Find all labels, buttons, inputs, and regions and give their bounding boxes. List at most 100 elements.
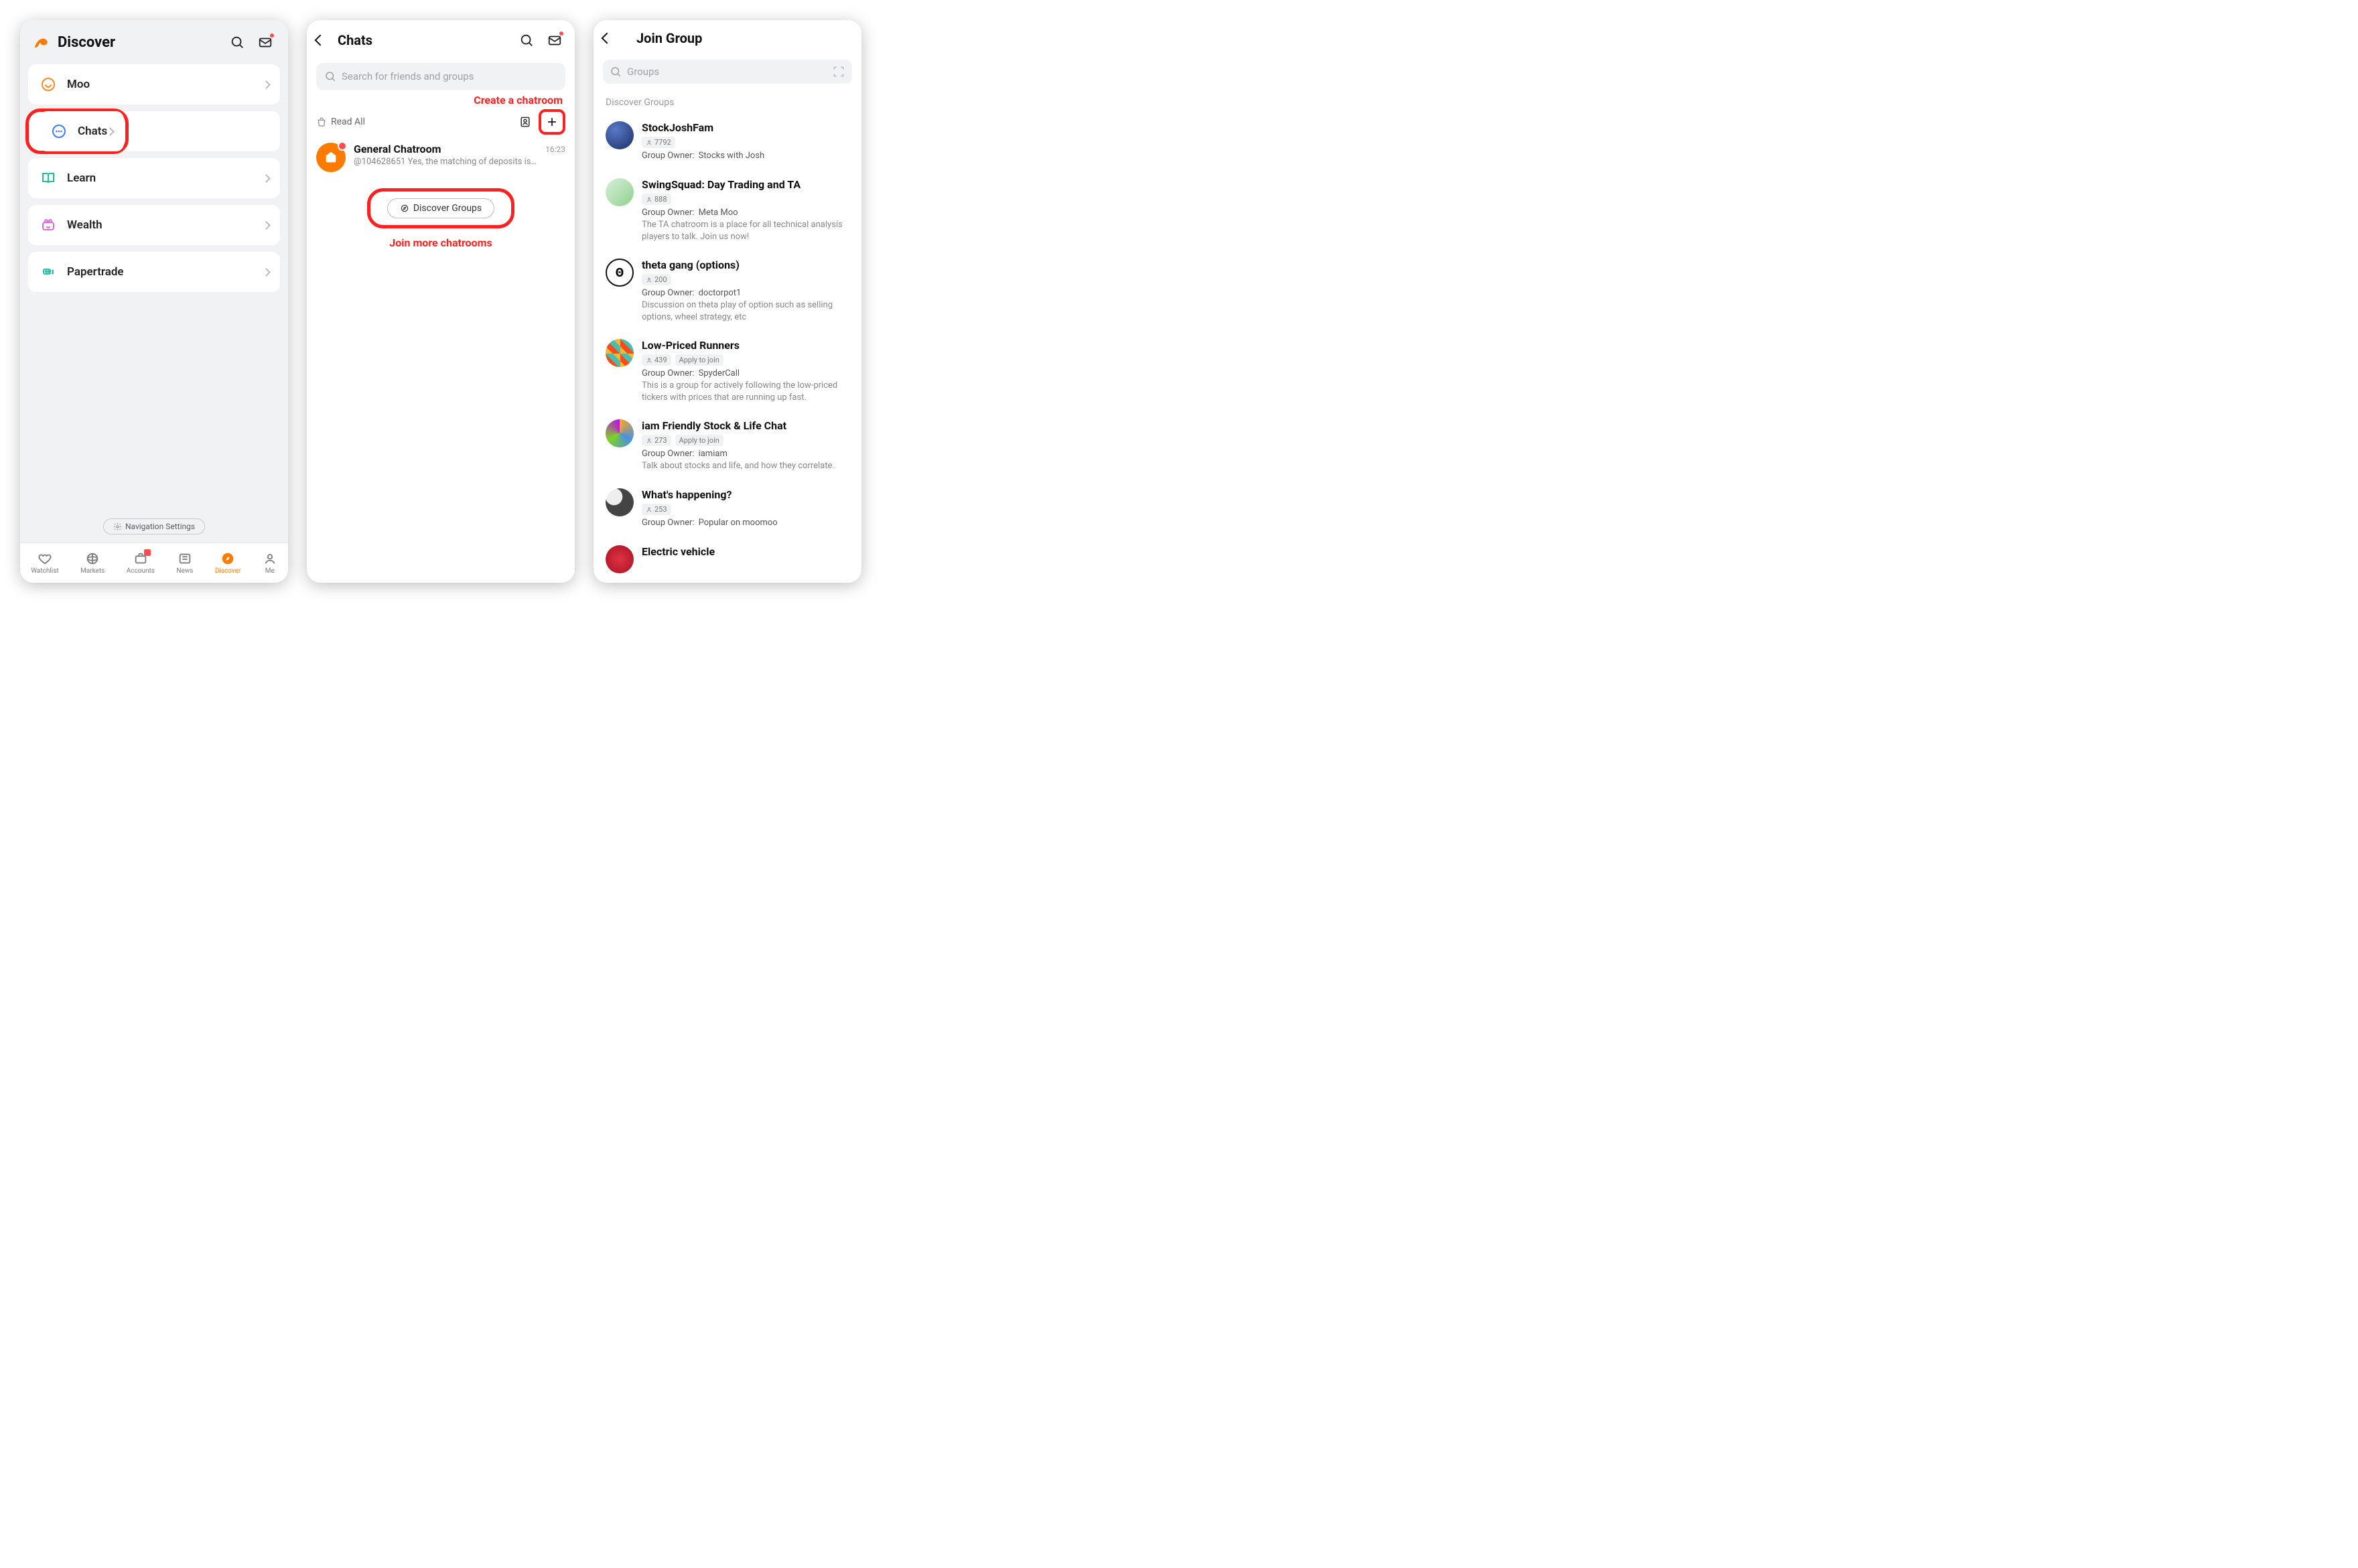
user-icon (263, 551, 277, 566)
group-meta: 888 (642, 194, 849, 205)
menu-list: Moo Chats Learn Wealth (20, 64, 288, 299)
mail-icon[interactable] (255, 31, 276, 53)
tab-me[interactable]: Me (263, 551, 277, 575)
group-owner: Group Owner:Stocks with Josh (642, 151, 849, 161)
menu-item-wealth[interactable]: Wealth (28, 205, 280, 245)
group-owner: Group Owner:Popular on moomoo (642, 518, 849, 528)
bottom-tabbar: Watchlist Markets Accounts News Discover… (20, 543, 288, 583)
search-placeholder: Search for friends and groups (342, 70, 474, 82)
group-avatar-icon (606, 488, 634, 516)
chevron-right-icon (262, 80, 271, 89)
plus-icon[interactable] (543, 113, 561, 131)
group-row[interactable]: SwingSquad: Day Trading and TA 888 Group O… (594, 171, 861, 252)
menu-item-learn[interactable]: Learn (28, 158, 280, 198)
back-icon[interactable] (602, 33, 613, 44)
tab-discover[interactable]: Discover (215, 551, 241, 575)
read-all-button[interactable]: Read All (316, 117, 516, 127)
chat-name: General Chatroom (354, 143, 545, 155)
menu-label: Papertrade (67, 265, 263, 279)
group-owner: Group Owner: Meta Moo (642, 208, 849, 218)
group-row[interactable]: Θtheta gang (options) 200 Group Owner: doct… (594, 252, 861, 332)
apply-badge: Apply to join (675, 354, 723, 366)
search-placeholder: Groups (627, 66, 659, 78)
discover-groups-highlight: Discover Groups (367, 188, 514, 228)
group-meta: 200 (642, 274, 849, 285)
owner-label: Group Owner: (642, 208, 695, 218)
news-icon (178, 551, 192, 566)
group-body: Low-Priced Runners439Apply to joinGroup … (642, 339, 849, 403)
menu-item-chats[interactable]: Chats (39, 111, 124, 151)
scan-icon[interactable] (832, 65, 845, 78)
menu-label: Moo (67, 78, 263, 91)
chat-time: 16:23 (545, 145, 565, 154)
page-title: Chats (338, 32, 509, 48)
group-meta: 7792 (642, 137, 849, 148)
group-name: What's happening? (642, 488, 849, 501)
group-row[interactable]: iam Friendly Stock & Life Chat273Apply t… (594, 413, 861, 482)
section-title: Discover Groups (594, 86, 861, 115)
member-count-badge: 253 (642, 504, 671, 515)
contacts-icon[interactable] (516, 113, 535, 131)
tab-markets[interactable]: Markets (80, 551, 105, 575)
chevron-right-icon (262, 268, 271, 277)
discover-groups-label: Discover Groups (413, 203, 482, 214)
chat-row[interactable]: General Chatroom 16:23 @104628651 Yes, t… (307, 136, 575, 179)
group-row[interactable]: Low-Priced Runners439Apply to joinGroup … (594, 332, 861, 413)
group-name: theta gang (options) (642, 259, 849, 271)
owner-name: doctorpot1 (699, 288, 742, 298)
navigation-settings-button[interactable]: Navigation Settings (103, 518, 205, 534)
group-row[interactable]: What's happening? 253 Group Owner:Popular … (594, 482, 861, 539)
discover-groups-button[interactable]: Discover Groups (387, 198, 494, 218)
menu-item-moo[interactable]: Moo (28, 64, 280, 104)
group-description: The TA chatroom is a place for all techn… (642, 219, 849, 242)
search-icon[interactable] (516, 29, 537, 51)
owner-label: Group Owner: (642, 288, 695, 298)
group-owner: Group Owner:SpyderCall (642, 368, 849, 378)
group-name: StockJoshFam (642, 121, 849, 134)
read-all-label: Read All (331, 117, 365, 127)
annotation-create-chatroom: Create a chatroom (307, 94, 575, 108)
group-body: iam Friendly Stock & Life Chat273Apply t… (642, 419, 849, 472)
member-count-badge: 439 (642, 354, 671, 366)
back-icon[interactable] (315, 35, 326, 46)
tab-news[interactable]: News (176, 551, 193, 575)
group-body: SwingSquad: Day Trading and TA 888 Group O… (642, 178, 849, 242)
search-input[interactable]: Search for friends and groups (316, 63, 565, 90)
tab-watchlist[interactable]: Watchlist (31, 551, 58, 575)
chat-content: General Chatroom 16:23 @104628651 Yes, t… (354, 143, 565, 167)
owner-name: SpyderCall (699, 368, 740, 378)
group-body: StockJoshFam 7792 Group Owner:Stocks with … (642, 121, 849, 162)
owner-label: Group Owner: (642, 518, 695, 528)
group-avatar-icon: Θ (606, 259, 634, 287)
member-count-badge: 7792 (642, 137, 675, 148)
learn-icon (39, 169, 58, 188)
group-row[interactable]: Electric vehicle (594, 539, 861, 583)
owner-name: Meta Moo (699, 208, 738, 218)
search-icon (324, 70, 336, 82)
member-count-badge: 200 (642, 274, 671, 285)
nav-settings-row: Navigation Settings (20, 518, 288, 534)
search-icon[interactable] (226, 31, 248, 53)
search-icon (610, 66, 622, 78)
create-chatroom-highlight (539, 109, 565, 135)
tab-label: News (176, 567, 193, 575)
group-avatar-icon (606, 419, 634, 447)
groups-list: StockJoshFam7792Group Owner:Stocks with … (594, 115, 861, 583)
group-avatar-icon (606, 545, 634, 573)
tab-accounts[interactable]: Accounts (127, 551, 155, 575)
mail-icon[interactable] (544, 29, 565, 51)
annotation-join-chatrooms: Join more chatrooms (307, 236, 575, 249)
groups-search-input[interactable]: Groups (603, 60, 852, 84)
group-body: What's happening? 253 Group Owner:Popular … (642, 488, 849, 529)
group-owner: Group Owner:iamiam (642, 449, 849, 459)
group-row[interactable]: StockJoshFam 7792 Group Owner:Stocks with … (594, 115, 861, 171)
owner-label: Group Owner: (642, 449, 695, 459)
header: Chats (307, 20, 575, 60)
group-name: SwingSquad: Day Trading and TA (642, 178, 849, 191)
group-avatar-icon (606, 178, 634, 206)
menu-label: Learn (67, 171, 263, 185)
member-count-badge: 888 (642, 194, 671, 205)
owner-name: Stocks with Josh (699, 151, 765, 161)
read-all-icon (316, 117, 327, 127)
menu-item-papertrade[interactable]: Papertrade (28, 252, 280, 292)
